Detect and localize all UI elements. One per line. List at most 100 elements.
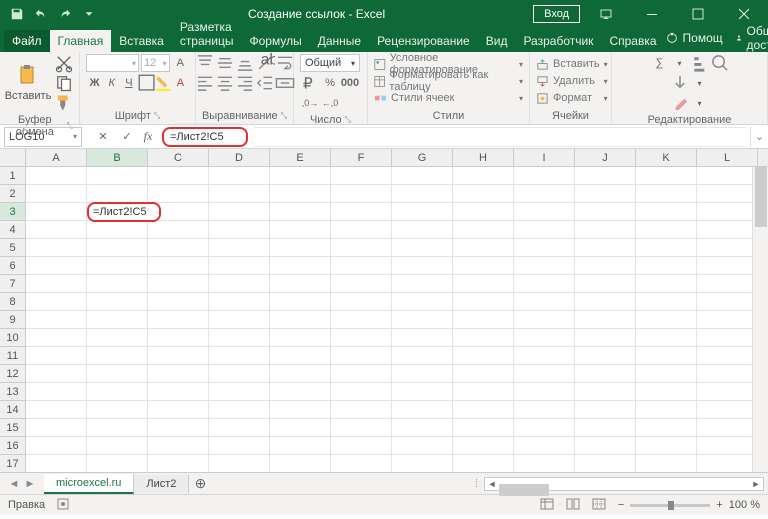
row-header-1[interactable]: 1 xyxy=(0,167,25,185)
cell[interactable] xyxy=(148,311,209,329)
orientation-icon[interactable]: ab xyxy=(255,54,275,72)
cell[interactable] xyxy=(636,239,697,257)
cell[interactable] xyxy=(392,167,453,185)
cell[interactable] xyxy=(697,221,758,239)
cell[interactable] xyxy=(270,365,331,383)
cell[interactable] xyxy=(636,293,697,311)
cell[interactable] xyxy=(575,437,636,455)
cell[interactable] xyxy=(392,239,453,257)
cell[interactable] xyxy=(148,275,209,293)
decrease-indent-icon[interactable] xyxy=(255,74,275,92)
cell[interactable] xyxy=(514,311,575,329)
login-button[interactable]: Вход xyxy=(533,5,580,23)
cell[interactable] xyxy=(209,311,270,329)
cell[interactable] xyxy=(87,401,148,419)
cell[interactable] xyxy=(636,311,697,329)
cell[interactable] xyxy=(514,329,575,347)
cell[interactable] xyxy=(270,221,331,239)
tellme-button[interactable]: Помощ xyxy=(665,31,723,45)
cell[interactable] xyxy=(209,167,270,185)
row-header-9[interactable]: 9 xyxy=(0,311,25,329)
cell[interactable] xyxy=(697,329,758,347)
zoom-slider-knob[interactable] xyxy=(668,501,674,510)
col-header-G[interactable]: G xyxy=(392,149,453,166)
col-header-H[interactable]: H xyxy=(453,149,514,166)
cell[interactable] xyxy=(87,311,148,329)
merge-icon[interactable] xyxy=(275,74,295,92)
cell[interactable] xyxy=(209,239,270,257)
horizontal-scrollbar[interactable]: ◄ ► xyxy=(484,477,764,491)
cell[interactable] xyxy=(26,419,87,437)
cell[interactable] xyxy=(514,257,575,275)
cell[interactable] xyxy=(392,437,453,455)
launcher-icon[interactable]: ⤡ xyxy=(345,115,351,125)
cut-icon[interactable] xyxy=(54,54,74,72)
cell[interactable] xyxy=(26,347,87,365)
cell[interactable] xyxy=(514,365,575,383)
align-middle-icon[interactable] xyxy=(215,54,235,72)
fill-dropdown-icon[interactable]: ▾ xyxy=(690,74,710,92)
cell[interactable] xyxy=(392,311,453,329)
find-icon[interactable] xyxy=(710,54,730,72)
cell[interactable] xyxy=(697,383,758,401)
cell[interactable] xyxy=(392,383,453,401)
cell[interactable] xyxy=(392,419,453,437)
cell[interactable] xyxy=(453,185,514,203)
cell[interactable] xyxy=(514,419,575,437)
cell[interactable] xyxy=(636,419,697,437)
row-header-4[interactable]: 4 xyxy=(0,221,25,239)
cell[interactable] xyxy=(392,275,453,293)
align-center-icon[interactable] xyxy=(215,74,235,92)
cell[interactable] xyxy=(87,275,148,293)
cell[interactable] xyxy=(636,329,697,347)
cell[interactable] xyxy=(575,221,636,239)
row-header-6[interactable]: 6 xyxy=(0,257,25,275)
cell[interactable] xyxy=(26,311,87,329)
cell[interactable] xyxy=(209,329,270,347)
align-top-icon[interactable] xyxy=(195,54,215,72)
tab-insert[interactable]: Вставка xyxy=(111,30,172,52)
row-header-2[interactable]: 2 xyxy=(0,185,25,203)
cell[interactable] xyxy=(697,275,758,293)
zoom-out-icon[interactable]: − xyxy=(618,499,624,511)
decrease-decimal-icon[interactable]: ←,0 xyxy=(320,94,340,112)
clear-icon[interactable] xyxy=(670,94,690,112)
cell[interactable] xyxy=(148,221,209,239)
cell[interactable] xyxy=(270,275,331,293)
cell[interactable] xyxy=(514,455,575,473)
cell[interactable] xyxy=(697,365,758,383)
cell[interactable] xyxy=(575,203,636,221)
cell[interactable] xyxy=(209,455,270,473)
cell[interactable] xyxy=(270,167,331,185)
cell[interactable] xyxy=(392,203,453,221)
cell[interactable] xyxy=(514,167,575,185)
cell[interactable] xyxy=(575,293,636,311)
cell[interactable] xyxy=(453,419,514,437)
tab-file[interactable]: Файл xyxy=(4,30,50,52)
tab-help[interactable]: Справка xyxy=(601,30,664,52)
vertical-scrollbar[interactable] xyxy=(752,167,768,472)
cell[interactable] xyxy=(87,437,148,455)
delete-cells-button[interactable]: Удалить▾ xyxy=(536,73,608,89)
cell[interactable] xyxy=(209,203,270,221)
cell[interactable] xyxy=(26,275,87,293)
cell[interactable] xyxy=(148,239,209,257)
cell[interactable] xyxy=(514,185,575,203)
cell[interactable] xyxy=(331,437,392,455)
cell[interactable] xyxy=(270,455,331,473)
cell[interactable] xyxy=(636,203,697,221)
col-header-A[interactable]: A xyxy=(26,149,87,166)
cell[interactable] xyxy=(453,329,514,347)
number-format-select[interactable]: Общий▾ xyxy=(300,54,360,72)
cell[interactable] xyxy=(392,293,453,311)
cell[interactable] xyxy=(575,239,636,257)
cell-styles-button[interactable]: Стили ячеек▾ xyxy=(374,90,523,106)
cell[interactable] xyxy=(209,437,270,455)
fill-icon[interactable] xyxy=(670,74,690,92)
cell[interactable] xyxy=(514,293,575,311)
launcher-icon[interactable]: ⤡ xyxy=(281,111,287,121)
cell[interactable] xyxy=(697,185,758,203)
cell[interactable] xyxy=(209,365,270,383)
tab-formulas[interactable]: Формулы xyxy=(241,30,309,52)
cell[interactable] xyxy=(26,437,87,455)
